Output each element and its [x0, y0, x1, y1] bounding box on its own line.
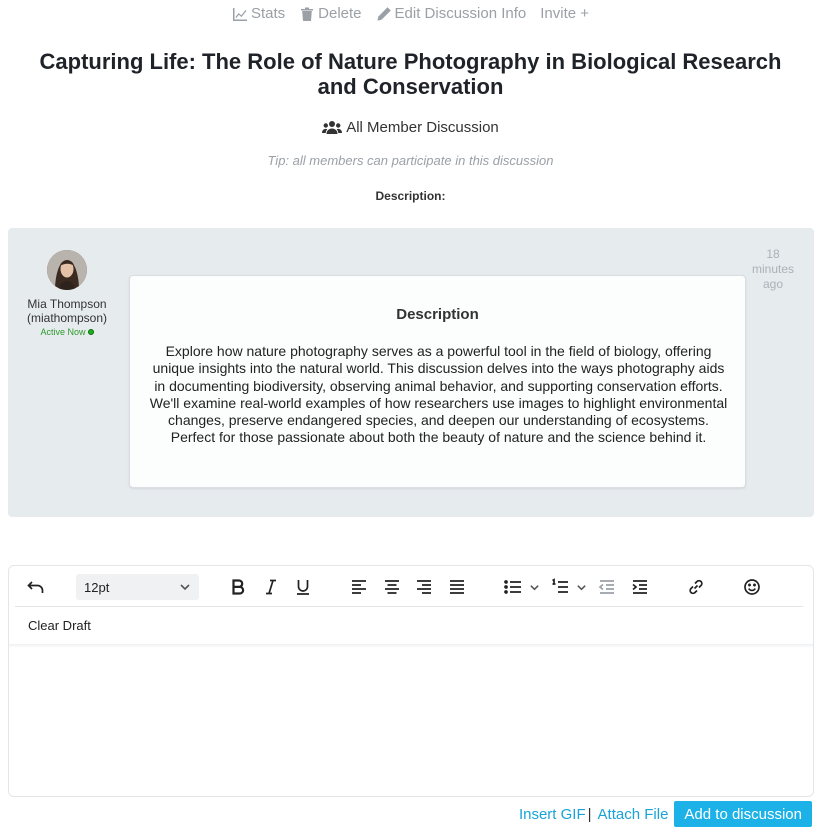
edit-label: Edit Discussion Info — [394, 5, 527, 22]
stats-button[interactable]: Stats — [232, 5, 285, 22]
align-justify-icon — [450, 580, 464, 594]
align-right-button[interactable] — [413, 576, 435, 598]
align-right-icon — [417, 580, 431, 594]
underline-icon — [297, 580, 309, 595]
invite-button[interactable]: Invite + — [540, 5, 589, 22]
discussion-type-label: All Member Discussion — [346, 119, 499, 136]
description-card: Description Explore how nature photograp… — [129, 275, 746, 488]
reply-actions: Insert GIF | Attach File Add to discussi… — [519, 801, 812, 827]
edit-discussion-button[interactable]: Edit Discussion Info — [376, 5, 527, 22]
outdent-icon — [598, 580, 614, 594]
card-title: Description — [396, 306, 479, 323]
chevron-down-icon — [576, 584, 586, 590]
indent-button[interactable] — [629, 576, 651, 598]
bullet-list-button[interactable] — [502, 576, 524, 598]
toolbar-divider — [15, 606, 803, 607]
align-center-icon — [385, 580, 399, 594]
delete-button[interactable]: Delete — [299, 5, 362, 22]
italic-icon — [266, 579, 276, 595]
underline-button[interactable] — [292, 576, 314, 598]
indent-icon — [632, 580, 647, 594]
outdent-button[interactable] — [596, 576, 618, 598]
online-dot-icon — [87, 329, 94, 335]
bullet-list-icon — [504, 580, 521, 594]
add-to-discussion-button[interactable]: Add to discussion — [674, 801, 812, 827]
trash-icon — [301, 7, 314, 21]
delete-label: Delete — [318, 5, 362, 22]
status-label: Active Now — [40, 327, 86, 337]
numbered-list-button[interactable] — [549, 576, 571, 598]
pencil-icon — [377, 6, 391, 21]
font-size-value: 12pt — [84, 579, 110, 595]
attach-file-link[interactable]: Attach File — [598, 806, 669, 823]
undo-icon — [27, 581, 44, 593]
align-left-button[interactable] — [348, 576, 370, 598]
post-timestamp: 18 minutes ago — [751, 247, 795, 291]
justify-button[interactable] — [446, 576, 468, 598]
users-icon — [322, 120, 343, 134]
chart-icon — [232, 7, 247, 21]
bullet-list-options[interactable] — [527, 576, 541, 598]
numbered-list-options[interactable] — [574, 576, 588, 598]
participation-tip: Tip: all members can participate in this… — [267, 153, 554, 168]
stats-label: Stats — [250, 5, 286, 22]
author-info: Mia Thompson (miathompson) — [18, 297, 116, 325]
smiley-icon — [744, 579, 760, 595]
author-name[interactable]: Mia Thompson — [18, 297, 116, 311]
chevron-down-icon — [529, 584, 539, 590]
author-handle: (miathompson) — [26, 311, 108, 325]
italic-button[interactable] — [260, 576, 282, 598]
avatar[interactable] — [47, 250, 87, 290]
status-badge: Active Now — [18, 327, 116, 337]
emoji-button[interactable] — [741, 576, 763, 598]
bold-button[interactable] — [227, 576, 249, 598]
undo-button[interactable] — [25, 576, 47, 598]
card-body: Explore how nature photography serves as… — [149, 343, 728, 446]
editor-text-area[interactable] — [9, 648, 813, 796]
description-heading: Description: — [375, 189, 446, 203]
insert-gif-link[interactable]: Insert GIF — [519, 806, 586, 823]
bold-icon — [232, 579, 245, 595]
numbered-list-icon — [552, 578, 568, 593]
align-left-icon — [352, 580, 366, 594]
align-center-button[interactable] — [381, 576, 403, 598]
post-panel: Mia Thompson (miathompson) Active Now 18… — [8, 228, 814, 517]
chevron-down-icon — [180, 584, 190, 591]
font-size-select[interactable]: 12pt — [76, 574, 199, 600]
reply-editor: 12pt Clear Draft — [8, 565, 814, 797]
clear-draft-button[interactable]: Clear Draft — [28, 618, 91, 633]
insert-link-button[interactable] — [685, 576, 707, 598]
discussion-actions: Stats Delete Edit Discussion Info Invite… — [0, 5, 821, 22]
editor-toolbar: 12pt — [9, 566, 813, 607]
discussion-type: All Member Discussion — [0, 119, 821, 136]
actions-separator: | — [587, 805, 592, 823]
link-icon — [689, 579, 703, 595]
invite-label: Invite + — [540, 5, 590, 22]
discussion-title: Capturing Life: The Role of Nature Photo… — [39, 49, 782, 99]
